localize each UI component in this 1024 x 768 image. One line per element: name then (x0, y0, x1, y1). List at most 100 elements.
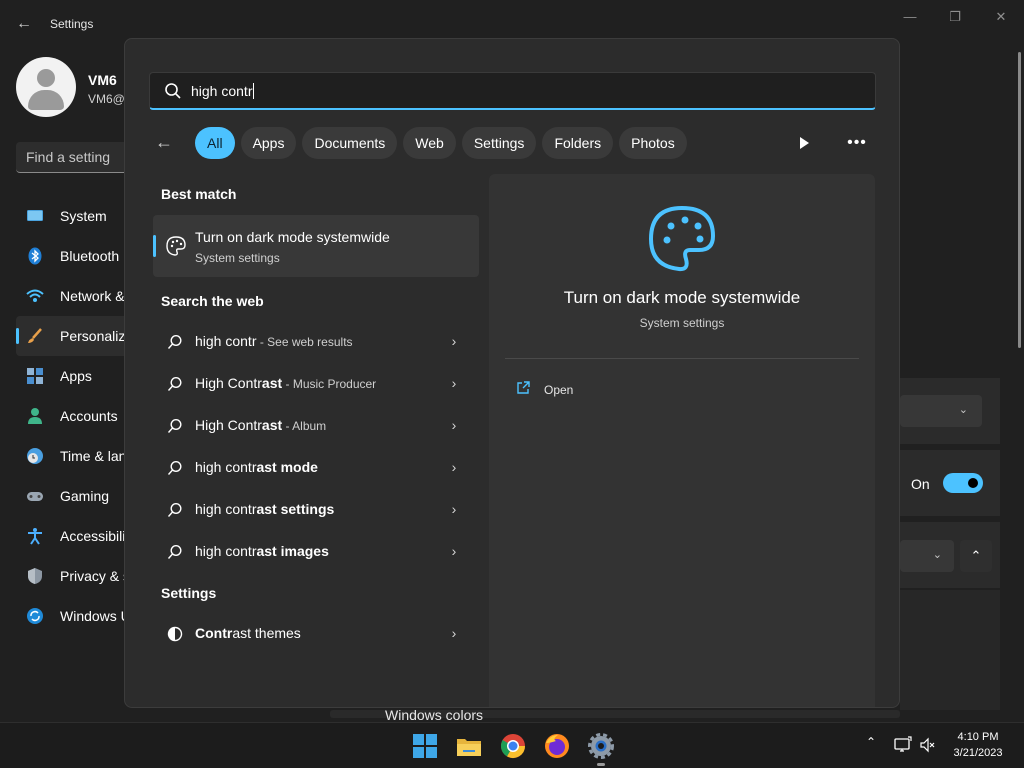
search-icon (167, 334, 182, 349)
filter-photos[interactable]: Photos (619, 127, 687, 159)
accounts-icon (28, 408, 42, 424)
web-result-completion: ast images (256, 543, 329, 559)
sidebar-item-label: Bluetooth (60, 248, 120, 264)
web-result[interactable]: high contrast images › (153, 531, 479, 573)
system-icon (27, 210, 43, 221)
window-title: Settings (50, 17, 94, 31)
settings-result[interactable]: Contrast themes › (153, 613, 479, 655)
sidebar-item-label: Accounts (60, 408, 118, 424)
toggle-label: On (911, 476, 930, 492)
network-icon (26, 289, 44, 302)
maximize-button[interactable]: ❐ (940, 8, 970, 26)
search-flyout: high contr ← All Apps Documents Web Sett… (124, 38, 900, 708)
web-result-text: high contr - See web results (195, 333, 353, 349)
filter-folders[interactable]: Folders (542, 127, 614, 159)
search-icon (167, 418, 182, 433)
divider (505, 358, 859, 359)
clock-date[interactable]: 3/21/2023 (946, 747, 1010, 759)
sidebar-item-bluetooth[interactable]: Bluetooth (16, 236, 136, 276)
best-match-heading: Best match (161, 186, 237, 202)
play-icon[interactable] (797, 136, 811, 150)
web-result[interactable]: high contr - See web results › (153, 321, 479, 363)
web-result-query: high contr (195, 543, 257, 559)
avatar[interactable] (16, 57, 76, 117)
start-icon[interactable] (410, 731, 440, 761)
windows-colors-heading: Windows colors (385, 707, 484, 723)
dropdown[interactable]: ⌄ (900, 395, 982, 427)
settings-card (900, 590, 1000, 710)
chrome-icon[interactable] (498, 731, 528, 761)
search-query-text: high contr (191, 83, 255, 99)
toggle-switch[interactable] (943, 473, 983, 493)
bluetooth-icon (28, 247, 42, 265)
open-action[interactable]: Open (544, 383, 573, 397)
search-input[interactable]: high contr (149, 72, 876, 110)
find-setting-input[interactable]: Find a setting (16, 142, 136, 173)
sidebar-item-system[interactable]: System (16, 196, 136, 236)
settings-app-icon[interactable] (586, 731, 616, 761)
settings-heading: Settings (161, 585, 217, 601)
palette-icon (166, 236, 186, 256)
dropdown[interactable]: ⌄ (900, 540, 954, 572)
collapse-button[interactable]: ⌃ (960, 540, 992, 572)
sidebar-item-windows-update[interactable]: Windows U (16, 596, 136, 636)
sidebar-item-apps[interactable]: Apps (16, 356, 136, 396)
settings-card: ⌄ ⌃ (900, 522, 1000, 588)
web-result[interactable]: High Contrast - Music Producer › (153, 363, 479, 405)
web-result-completion: ast mode (256, 459, 318, 475)
sidebar-item-label: Time & lan (60, 448, 127, 464)
settings-card: ⌄ (900, 378, 1000, 444)
scrollbar[interactable] (1018, 52, 1021, 348)
filter-all[interactable]: All (195, 127, 235, 159)
personalization-icon (28, 328, 42, 343)
filter-web[interactable]: Web (403, 127, 456, 159)
text-caret (253, 83, 255, 99)
avatar-head (37, 69, 55, 87)
volume-muted-icon[interactable] (919, 736, 937, 754)
clock-time[interactable]: 4:10 PM (950, 731, 1006, 743)
sidebar-item-label: Gaming (60, 488, 110, 504)
sidebar-item-privacy[interactable]: Privacy & s (16, 556, 136, 596)
filter-documents[interactable]: Documents (302, 127, 398, 159)
chevron-up-icon[interactable]: ⌃ (866, 735, 882, 751)
open-external-icon[interactable] (516, 381, 530, 395)
firefox-icon[interactable] (542, 731, 572, 761)
chevron-right-icon: › (451, 333, 457, 349)
windows-update-icon (27, 608, 43, 624)
web-result[interactable]: High Contrast - Album › (153, 405, 479, 447)
filter-settings[interactable]: Settings (461, 127, 537, 159)
web-result[interactable]: high contrast settings › (153, 489, 479, 531)
web-result[interactable]: high contrast mode › (153, 447, 479, 489)
web-result-text: High Contrast - Music Producer (195, 375, 376, 391)
web-result-suffix: - See web results (256, 335, 353, 349)
sidebar-item-accounts[interactable]: Accounts (16, 396, 136, 436)
search-icon (165, 83, 181, 99)
sidebar-item-accessibility[interactable]: Accessibilit (16, 516, 136, 556)
settings-card: On (900, 450, 1000, 516)
best-match-result[interactable]: Turn on dark mode systemwide System sett… (153, 215, 479, 277)
sidebar-item-personalization[interactable]: Personaliz (16, 316, 136, 356)
more-options-button[interactable]: ••• (847, 131, 867, 155)
search-query: high contr (191, 83, 253, 99)
search-icon (167, 544, 182, 559)
sidebar-item-label: Apps (60, 368, 92, 384)
sidebar-item-time-language[interactable]: Time & lan (16, 436, 136, 476)
time-language-icon (27, 448, 43, 464)
back-arrow-icon[interactable]: ← (14, 14, 34, 34)
back-button[interactable]: ← (155, 128, 185, 158)
file-explorer-icon[interactable] (454, 731, 484, 761)
web-result-text: high contrast settings (195, 501, 334, 517)
close-button[interactable]: ✕ (986, 8, 1016, 26)
network-monitor-icon[interactable] (894, 736, 912, 754)
web-result-query: High Contr (195, 375, 262, 391)
active-app-indicator (597, 763, 605, 766)
chevron-right-icon: › (451, 375, 457, 391)
chevron-right-icon: › (451, 459, 457, 475)
sidebar-item-label: Windows U (60, 608, 131, 624)
sidebar-item-gaming[interactable]: Gaming (16, 476, 136, 516)
filter-apps[interactable]: Apps (240, 127, 297, 159)
sidebar-item-network[interactable]: Network & (16, 276, 136, 316)
contrast-icon (167, 626, 183, 642)
minimize-button[interactable]: — (895, 8, 925, 26)
search-icon (167, 502, 182, 517)
